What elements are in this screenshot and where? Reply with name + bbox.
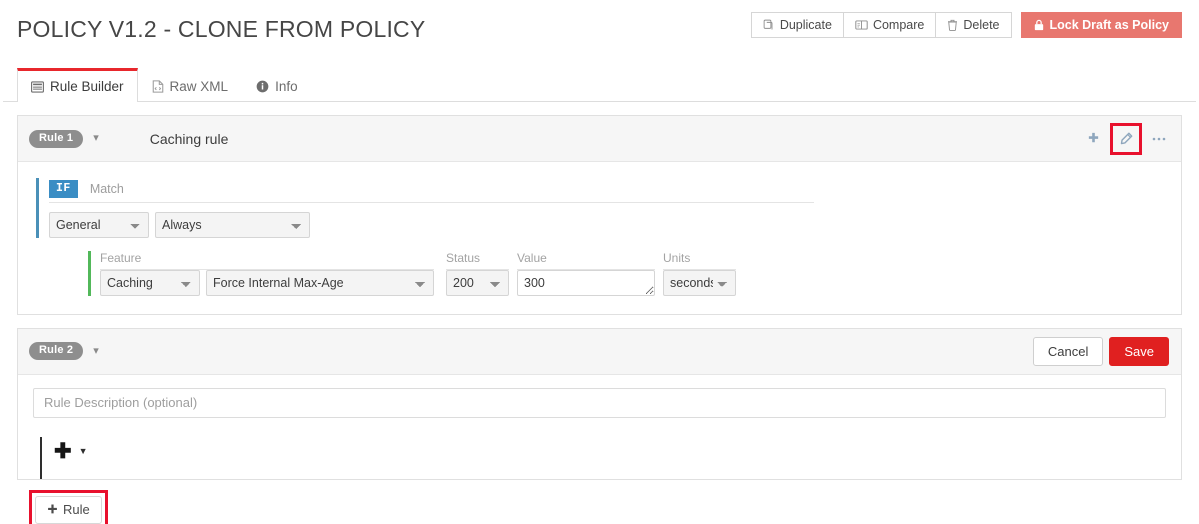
match-label: Match	[89, 181, 124, 196]
more-options-icon[interactable]	[1151, 131, 1167, 147]
rule-description-input[interactable]	[33, 387, 1166, 418]
rule-card-2: Rule 2 ▾ Cancel Save ✚ ▼	[17, 327, 1182, 480]
rule-1-header: Rule 1 ▾ Caching rule	[18, 116, 1181, 162]
tab-rule-builder-label: Rule Builder	[50, 79, 124, 94]
lock-draft-as-policy-button[interactable]: Lock Draft as Policy	[1020, 12, 1182, 38]
feature-select[interactable]: Caching	[100, 269, 200, 296]
compare-button[interactable]: Compare	[842, 12, 936, 38]
cancel-button[interactable]: Cancel	[1032, 336, 1104, 366]
condition-block: IF Match General Always	[36, 178, 1181, 238]
duplicate-button[interactable]: Duplicate	[750, 12, 843, 38]
feature-setting-select[interactable]: Force Internal Max-Age	[206, 269, 434, 296]
duplicate-button-label: Duplicate	[779, 18, 832, 32]
page-header: POLICY V1.2 - CLONE FROM POLICY Duplicat…	[0, 0, 1199, 58]
edit-rule-icon[interactable]	[1110, 122, 1142, 155]
condition-operator-select[interactable]: Always	[155, 211, 310, 238]
plus-icon	[47, 504, 58, 515]
value-label: Value	[517, 251, 655, 270]
tab-raw-xml[interactable]: Raw XML	[138, 69, 243, 102]
lock-button-label: Lock Draft as Policy	[1049, 18, 1170, 32]
compare-icon	[855, 19, 868, 31]
rule-2-header: Rule 2 ▾ Cancel Save	[18, 328, 1181, 375]
delete-button[interactable]: Delete	[935, 12, 1012, 38]
header-actions: Duplicate Compare Delete Lock Draft as P…	[750, 12, 1182, 38]
tab-info-label: Info	[275, 78, 298, 94]
compare-button-label: Compare	[872, 18, 925, 32]
delete-button-label: Delete	[963, 18, 1000, 32]
rule-1-collapse-toggle[interactable]: ▾	[93, 133, 99, 144]
rule-1-body: IF Match General Always Feature Status V…	[18, 162, 1181, 314]
lock-icon	[1034, 19, 1044, 31]
rule-2-body: ✚ ▼	[18, 375, 1181, 479]
rule-builder-content: Rule 1 ▾ Caching rule IF Match General A…	[0, 115, 1199, 524]
plus-icon[interactable]: ✚	[54, 441, 72, 462]
condition-labels: IF Match	[49, 180, 814, 203]
save-button[interactable]: Save	[1109, 336, 1169, 366]
tab-bar: Rule Builder Raw XML Info	[3, 68, 1196, 102]
action-controls-row: Caching Force Internal Max-Age 200 300 s…	[100, 269, 1181, 296]
file-code-icon	[152, 79, 164, 93]
status-label: Status	[446, 251, 509, 270]
rule-2-badge: Rule 2	[29, 342, 84, 360]
rule-2-collapse-toggle[interactable]: ▾	[93, 345, 99, 357]
add-rule-button[interactable]: Rule	[35, 495, 102, 524]
trash-icon	[947, 19, 958, 31]
units-label: Units	[663, 251, 736, 270]
copy-icon	[763, 19, 775, 31]
tab-raw-xml-label: Raw XML	[169, 78, 229, 94]
rule-1-name: Caching rule	[149, 130, 229, 147]
feature-label: Feature	[100, 251, 434, 270]
rule-card-1: Rule 1 ▾ Caching rule IF Match General A…	[17, 115, 1182, 315]
info-circle-icon	[256, 80, 269, 93]
header-button-group: Duplicate Compare Delete	[750, 12, 1012, 38]
if-badge: IF	[49, 180, 78, 198]
condition-controls: General Always	[49, 211, 1181, 238]
status-select[interactable]: 200	[446, 269, 509, 296]
units-select[interactable]: seconds	[663, 269, 736, 296]
caret-down-icon[interactable]: ▼	[79, 447, 88, 456]
add-condition-icon[interactable]	[1085, 131, 1101, 147]
rule-1-badge: Rule 1	[29, 129, 84, 148]
add-rule-label: Rule	[63, 502, 90, 517]
action-block: Feature Status Value Units Caching Force…	[88, 250, 1181, 296]
add-condition-block: ✚ ▼	[40, 436, 1166, 479]
rule-1-header-actions	[1085, 116, 1167, 161]
condition-category-select[interactable]: General	[49, 211, 149, 238]
page-title: POLICY V1.2 - CLONE FROM POLICY	[17, 15, 426, 42]
tab-rule-builder[interactable]: Rule Builder	[17, 68, 138, 102]
add-rule-annotation: Rule	[29, 489, 108, 524]
list-table-icon	[31, 80, 44, 93]
rule-2-header-actions: Cancel Save	[1032, 329, 1169, 374]
add-rule-area: Rule	[17, 480, 1182, 524]
value-textarea[interactable]: 300	[517, 269, 655, 296]
tab-info[interactable]: Info	[242, 69, 312, 102]
